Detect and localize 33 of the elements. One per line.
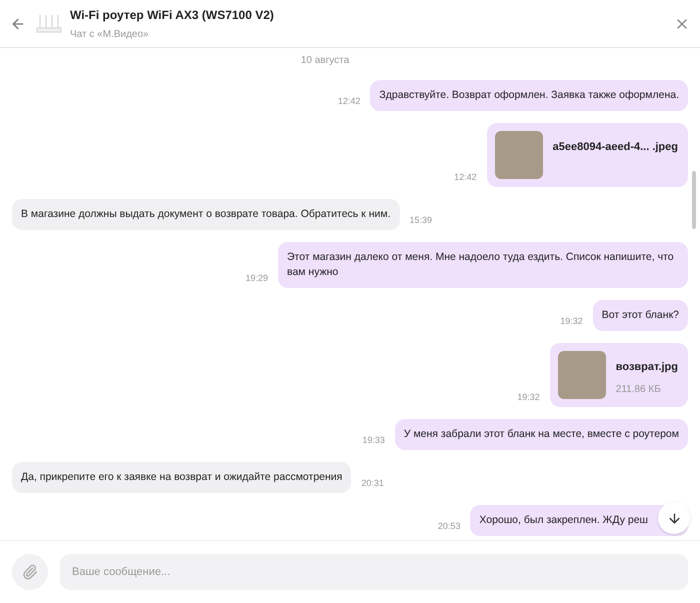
router-icon (36, 12, 62, 34)
paperclip-icon (22, 564, 38, 580)
back-icon[interactable] (10, 16, 26, 32)
message-bubble: У меня забрали этот бланк на месте, вместе с роутером (394, 419, 688, 450)
message-bubble: Вот этот бланк? (592, 300, 688, 331)
arrow-down-icon (666, 510, 682, 526)
message-time: 20:31 (361, 476, 384, 490)
message-time: 19:32 (560, 314, 583, 328)
message-input[interactable]: Ваше сообщение... (60, 554, 688, 590)
message-bubble: Этот магазин далеко от меня. Мне надоело туда ездить. Список напишите, что вам нужно (278, 242, 688, 288)
message-time: 12:42 (454, 170, 477, 184)
scroll-down-button[interactable] (658, 502, 690, 534)
message-time: 19:29 (245, 272, 268, 284)
photo-placeholder (558, 351, 606, 399)
message-bubble: В магазине должны выдать документ о возврате товара. Обратитесь к ним. (12, 199, 400, 230)
photo-placeholder (494, 131, 543, 179)
chat-subtitle: Чат с «М.Видео» (70, 28, 150, 42)
file-name: a5ee8094-aeed-4... .jpeg (552, 140, 678, 155)
attach-button[interactable] (12, 554, 48, 590)
file-message[interactable]: возврат.jpg 211.86 КБ (550, 343, 688, 407)
message-time: 12:42 (338, 94, 360, 108)
message-time: 19:32 (517, 390, 540, 404)
scrollbar-thumb[interactable] (692, 171, 696, 229)
message-time: 15:39 (410, 214, 432, 226)
date-label: 10 августа (300, 54, 350, 68)
message-time: 19:33 (362, 434, 385, 446)
message-time: 20:53 (438, 520, 460, 532)
file-name: возврат.jpg (616, 360, 678, 375)
file-size: 211.86 КБ (616, 382, 662, 396)
message-bubble: Да, прикрепите его к заявке на возврат и ожидайте рассмотрения (12, 462, 352, 493)
chat-title: Wi-Fi роутер WiFi AX3 (WS7100 V2) (70, 6, 274, 24)
file-message[interactable]: a5ee8094-aeed-4... .jpeg (486, 123, 688, 187)
message-bubble: Здравствуйте. Возврат оформлен. Заявка также оформлена. (370, 80, 688, 111)
